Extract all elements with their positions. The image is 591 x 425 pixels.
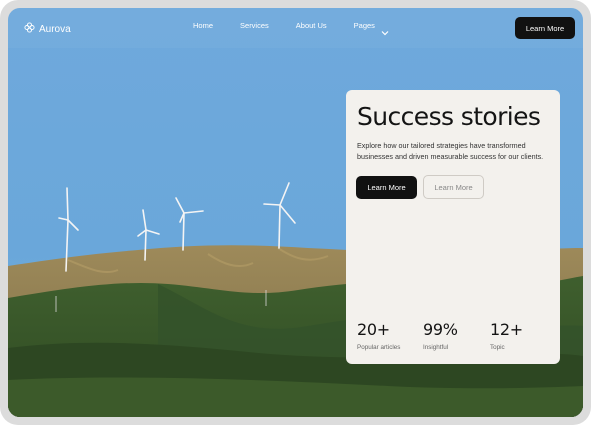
stat-popular-articles: 20+ Popular articles [357, 320, 400, 351]
secondary-learn-more-button[interactable]: Learn More [423, 175, 484, 199]
brand-name: Aurova [39, 23, 71, 35]
stat-label: Popular articles [357, 344, 401, 351]
stat-insightful: 99% Insightful [423, 320, 458, 351]
top-navigation: Aurova Home Services About Us Pages Lear… [8, 8, 583, 48]
card-description: Explore how our tailored strategies have… [357, 141, 544, 161]
stat-value: 20+ [357, 320, 390, 339]
chevron-down-icon [381, 23, 389, 35]
success-stories-card: Success stories Explore how our tailored… [346, 90, 560, 364]
stat-value: 99% [423, 320, 458, 339]
brand-logo[interactable]: Aurova [24, 20, 71, 38]
stat-value: 12+ [490, 320, 523, 339]
nav-link-home[interactable]: Home [193, 21, 213, 30]
stat-label: Topic [490, 344, 505, 351]
flower-logo-icon [24, 20, 35, 38]
card-title: Success stories [357, 102, 541, 131]
device-frame: Aurova Home Services About Us Pages Lear… [0, 0, 591, 425]
stat-topic: 12+ Topic [490, 320, 523, 351]
nav-link-about-us[interactable]: About Us [296, 21, 327, 30]
website-screen: Aurova Home Services About Us Pages Lear… [8, 8, 583, 417]
nav-link-services[interactable]: Services [240, 21, 269, 30]
stat-label: Insightful [423, 344, 449, 351]
nav-links: Home Services About Us Pages [193, 21, 389, 35]
nav-link-pages: Pages [353, 21, 375, 30]
nav-pages-dropdown[interactable]: Pages [353, 21, 389, 35]
nav-learn-more-button[interactable]: Learn More [515, 17, 575, 39]
primary-learn-more-button[interactable]: Learn More [356, 176, 417, 199]
